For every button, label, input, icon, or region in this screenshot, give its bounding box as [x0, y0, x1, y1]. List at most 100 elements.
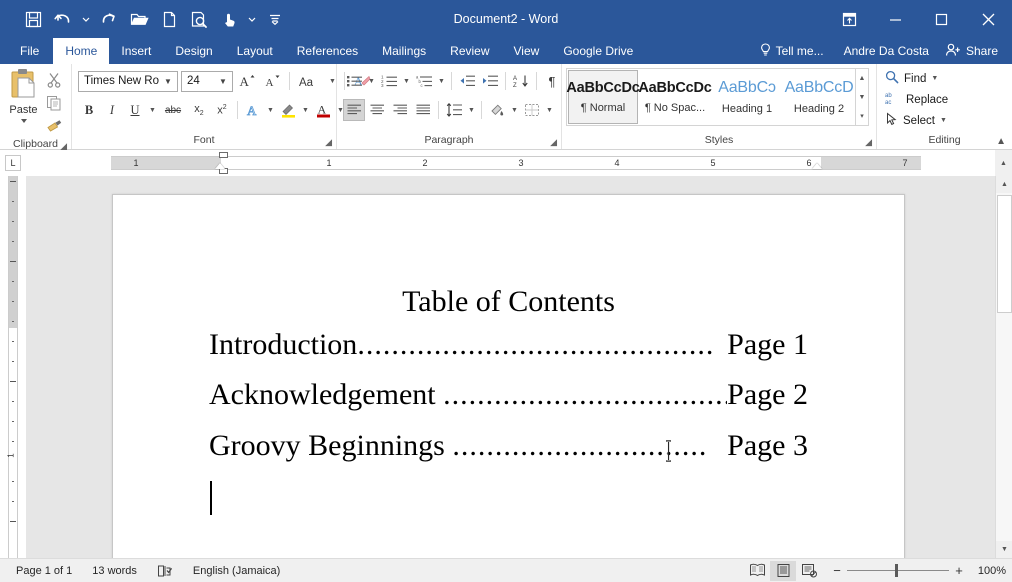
show-formatting-marks-button[interactable]: ¶ [541, 70, 563, 92]
scrollbar-up-button[interactable]: ▲ [996, 176, 1012, 193]
subscript-button[interactable]: x2 [188, 99, 210, 121]
styles-scroll-up-icon[interactable]: ▲ [856, 70, 868, 87]
multilevel-list-button[interactable]: abc [413, 70, 435, 92]
font-name-combobox[interactable]: Times New Ro ▼ [78, 70, 178, 92]
tab-mailings[interactable]: Mailings [370, 38, 438, 64]
font-name-dropdown-arrow-icon[interactable]: ▼ [162, 77, 174, 86]
copy-button[interactable] [42, 92, 66, 113]
styles-dialog-launcher[interactable]: ◢ [865, 134, 872, 151]
tab-view[interactable]: View [502, 38, 552, 64]
print-layout-view-button[interactable] [770, 560, 796, 581]
multilevel-list-dropdown-arrow-icon[interactable]: ▼ [436, 70, 447, 92]
vertical-scrollbar[interactable]: ▲ ▼ [995, 176, 1012, 558]
style-item-heading-1[interactable]: AaBbCɔ Heading 1 [712, 70, 782, 124]
numbering-dropdown-arrow-icon[interactable]: ▼ [401, 70, 412, 92]
center-button[interactable] [366, 99, 388, 121]
save-icon[interactable] [18, 5, 48, 33]
change-case-button[interactable]: Aa [296, 70, 324, 92]
replace-button[interactable]: ab ac Replace [885, 89, 948, 110]
font-size-dropdown-arrow-icon[interactable]: ▼ [217, 77, 229, 86]
borders-button[interactable] [521, 99, 543, 121]
justify-button[interactable] [412, 99, 434, 121]
vertical-ruler[interactable]: 1 2 [0, 176, 26, 558]
minimize-button[interactable] [872, 0, 918, 38]
superscript-button[interactable]: x2 [211, 99, 233, 121]
style-item-heading-2[interactable]: AaBbCcD Heading 2 [784, 70, 854, 124]
read-mode-view-button[interactable] [744, 561, 770, 581]
share-button[interactable]: Share [939, 38, 1008, 64]
tab-review[interactable]: Review [438, 38, 501, 64]
zoom-slider-track[interactable] [847, 564, 949, 577]
customize-quick-access-icon[interactable] [260, 5, 290, 33]
line-spacing-dropdown-arrow-icon[interactable]: ▼ [466, 99, 477, 121]
text-highlight-dropdown-arrow-icon[interactable]: ▼ [300, 99, 311, 121]
tab-file[interactable]: File [6, 38, 54, 64]
shrink-font-button[interactable]: A [261, 70, 283, 92]
paste-dropdown-arrow-icon[interactable] [20, 119, 27, 123]
zoom-in-button[interactable]: + [954, 563, 964, 578]
document-scroll-area[interactable]: Table of Contents Introduction .........… [26, 176, 995, 558]
status-word-count[interactable]: 13 words [82, 565, 147, 577]
document-text-body[interactable]: Table of Contents Introduction .........… [113, 195, 904, 515]
zoom-out-button[interactable]: − [832, 563, 842, 578]
status-language[interactable]: English (Jamaica) [183, 565, 290, 577]
ribbon-display-options-icon[interactable] [826, 0, 872, 38]
font-dialog-launcher[interactable]: ◢ [325, 134, 332, 151]
borders-dropdown-arrow-icon[interactable]: ▼ [544, 99, 555, 121]
increase-indent-button[interactable] [479, 70, 501, 92]
hanging-indent-marker[interactable] [215, 163, 225, 169]
grow-font-button[interactable]: A [236, 70, 258, 92]
format-painter-button[interactable] [42, 115, 66, 136]
sort-button[interactable]: AZ [510, 70, 532, 92]
close-button[interactable] [964, 0, 1012, 38]
styles-more-icon[interactable]: ▾ [856, 107, 868, 124]
cut-button[interactable] [42, 69, 66, 90]
tab-home[interactable]: Home [53, 38, 110, 64]
select-button[interactable]: Select ▼ [885, 110, 947, 131]
proofing-errors-icon[interactable] [147, 564, 183, 578]
undo-icon[interactable] [48, 5, 78, 33]
maximize-button[interactable] [918, 0, 964, 38]
tab-layout[interactable]: Layout [225, 38, 285, 64]
bold-button[interactable]: B [78, 99, 100, 121]
find-dropdown-arrow-icon[interactable]: ▼ [931, 75, 938, 82]
tab-design[interactable]: Design [163, 38, 224, 64]
print-preview-icon[interactable] [184, 5, 214, 33]
numbering-button[interactable]: 123 [378, 70, 400, 92]
align-right-button[interactable] [389, 99, 411, 121]
paragraph-dialog-launcher[interactable]: ◢ [550, 134, 557, 151]
new-document-icon[interactable] [154, 5, 184, 33]
tab-insert[interactable]: Insert [109, 38, 163, 64]
horizontal-ruler[interactable]: 1 1 2 3 4 5 6 7 [26, 150, 995, 176]
shading-button[interactable] [486, 99, 508, 121]
italic-button[interactable]: I [101, 99, 123, 121]
bullets-button[interactable] [343, 70, 365, 92]
line-spacing-button[interactable] [443, 99, 465, 121]
first-line-indent-marker[interactable] [219, 152, 228, 158]
shading-dropdown-arrow-icon[interactable]: ▼ [509, 99, 520, 121]
font-size-combobox[interactable]: 24 ▼ [181, 70, 233, 92]
styles-scroll-down-icon[interactable]: ▼ [856, 89, 868, 106]
collapse-ribbon-icon[interactable]: ▲ [996, 136, 1006, 147]
decrease-indent-button[interactable] [456, 70, 478, 92]
touch-mode-dropdown-arrow-icon[interactable] [244, 5, 260, 33]
bullets-dropdown-arrow-icon[interactable]: ▼ [366, 70, 377, 92]
text-effects-button[interactable]: A [242, 99, 264, 121]
align-left-button[interactable] [343, 99, 365, 121]
right-indent-marker[interactable] [812, 163, 822, 169]
touch-mode-icon[interactable] [214, 5, 244, 33]
redo-icon[interactable] [94, 5, 124, 33]
open-icon[interactable] [124, 5, 154, 33]
vertical-scrollbar-thumb[interactable] [997, 195, 1012, 313]
style-item-no-spacing[interactable]: AaBbCcDc ¶ No Spac... [638, 70, 712, 124]
zoom-control[interactable]: − + [822, 563, 970, 578]
underline-dropdown-arrow-icon[interactable]: ▼ [147, 99, 158, 121]
tab-google-drive[interactable]: Google Drive [551, 38, 645, 64]
font-color-button[interactable]: A [312, 99, 334, 121]
paste-button[interactable]: Paste [5, 66, 42, 123]
text-highlight-color-button[interactable] [277, 99, 299, 121]
tell-me-search[interactable]: Tell me... [750, 38, 834, 64]
zoom-level-label[interactable]: 100% [970, 565, 1006, 577]
style-item-normal[interactable]: AaBbCcDc ¶ Normal [566, 70, 640, 124]
user-account-name[interactable]: Andre Da Costa [834, 38, 939, 64]
